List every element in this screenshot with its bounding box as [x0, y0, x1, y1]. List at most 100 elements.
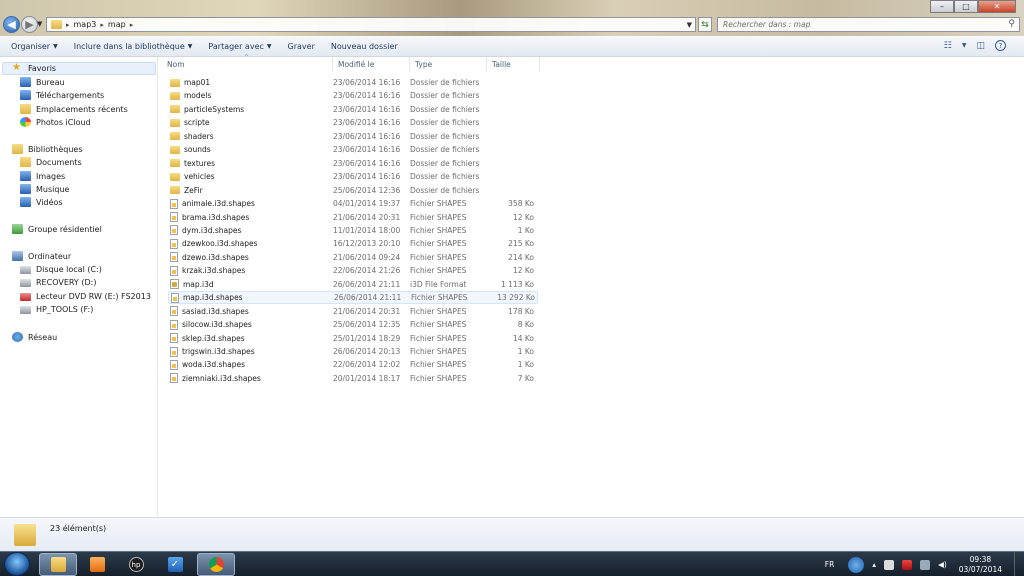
file-row[interactable]: textures 23/06/2014 16:16 Dossier de fichi… [168, 157, 538, 170]
nav-desktop[interactable]: Bureau [20, 77, 65, 87]
file-row[interactable]: vehicles 23/06/2014 16:16 Dossier de fichi… [168, 170, 538, 183]
recent-pages-dropdown[interactable]: ▼ [37, 20, 42, 28]
back-button[interactable]: ◀ [3, 16, 20, 33]
taskbar-hp[interactable]: hp [117, 553, 155, 576]
minimize-button[interactable]: – [930, 0, 954, 13]
action-center-icon[interactable] [884, 559, 895, 570]
maximize-button[interactable]: □ [954, 0, 978, 13]
help-icon[interactable]: ? [995, 40, 1006, 51]
chevron-right-icon[interactable]: ▸ [100, 21, 104, 29]
view-dropdown-icon[interactable]: ▼ [962, 42, 967, 49]
nav-drive-c[interactable]: Disque local (C:) [20, 265, 102, 274]
address-bar[interactable]: ▸ map3 ▸ map ▸ ▼ [46, 17, 696, 32]
file-row[interactable]: models 23/06/2014 16:16 Dossier de fichier… [168, 89, 538, 102]
nav-computer[interactable]: Ordinateur [12, 251, 71, 261]
file-name-cell: dzewkoo.i3d.shapes [168, 238, 333, 249]
file-row[interactable]: map01 23/06/2014 16:16 Dossier de fichiers [168, 76, 538, 89]
tray-arrow-icon[interactable]: ▴ [872, 560, 876, 570]
file-row[interactable]: scripte 23/06/2014 16:16 Dossier de fichie… [168, 116, 538, 129]
file-modified-date: 23/06/2014 16:16 [333, 131, 401, 141]
view-options-icon[interactable]: ☷ [944, 41, 952, 51]
search-icon[interactable]: ⚲ [1008, 19, 1015, 29]
nav-documents[interactable]: Documents [20, 157, 82, 167]
file-row[interactable]: krzak.i3d.shapes 22/06/2014 21:26 Fichier … [168, 264, 538, 277]
nav-downloads[interactable]: Téléchargements [20, 90, 104, 100]
nav-drive-e[interactable]: Lecteur DVD RW (E:) FS2013 [20, 292, 151, 301]
start-button[interactable] [4, 552, 30, 576]
chevron-right-icon[interactable]: ▸ [66, 21, 70, 29]
taskbar-tasks[interactable]: ✓ [156, 553, 194, 576]
burn-button[interactable]: Graver [288, 42, 315, 51]
explorer-icon [50, 557, 66, 572]
file-row[interactable]: animale.i3d.shapes 04/01/2014 19:37 Fichie… [168, 197, 538, 210]
include-library-button[interactable]: Inclure dans la bibliothèque ▼ [74, 42, 193, 51]
chevron-down-icon: ▼ [266, 42, 272, 50]
file-row[interactable]: sklep.i3d.shapes 25/01/2014 18:29 Fichier … [168, 332, 538, 345]
file-icon [170, 319, 178, 330]
clock[interactable]: 09:38 03/07/2014 [959, 555, 1002, 575]
new-folder-button[interactable]: Nouveau dossier [331, 42, 398, 51]
column-header-size[interactable]: Taille [487, 57, 540, 71]
file-row[interactable]: ziemniaki.i3d.shapes 20/01/2014 18:17 Fich… [168, 372, 538, 385]
nav-network[interactable]: Réseau [12, 332, 57, 342]
breadcrumb-map[interactable]: map [108, 20, 126, 29]
column-header-type[interactable]: Type [410, 57, 487, 71]
file-row[interactable]: ZeFir 25/06/2014 12:36 Dossier de fichiers [168, 184, 538, 197]
language-indicator[interactable]: FR [825, 560, 835, 569]
file-row[interactable]: woda.i3d.shapes 22/06/2014 12:02 Fichier S… [168, 358, 538, 371]
nav-recent-places[interactable]: Emplacements récents [20, 104, 128, 114]
taskbar-media-player[interactable] [78, 553, 116, 576]
file-row[interactable]: brama.i3d.shapes 21/06/2014 20:31 Fichier … [168, 211, 538, 224]
taskbar-chrome[interactable] [197, 553, 235, 576]
forward-button[interactable]: ▶ [21, 16, 38, 33]
file-row[interactable]: trigswin.i3d.shapes 26/06/2014 20:13 Fichi… [168, 345, 538, 358]
share-button[interactable]: Partager avec ▼ [208, 42, 271, 51]
file-name: ZeFir [184, 185, 203, 195]
file-row[interactable]: map.i3d 26/06/2014 21:11 i3D File Format 1 … [168, 278, 538, 291]
file-name: dzewkoo.i3d.shapes [182, 239, 258, 249]
file-name: woda.i3d.shapes [182, 360, 246, 370]
command-bar: Organiser ▼ Inclure dans la bibliothèque ▼… [0, 36, 1024, 57]
file-row[interactable]: dzewkoo.i3d.shapes 16/12/2013 20:10 Fichie… [168, 237, 538, 250]
network-tray-icon[interactable] [920, 559, 931, 570]
nav-drive-f[interactable]: HP_TOOLS (F:) [20, 305, 93, 314]
show-desktop-button[interactable] [1014, 552, 1024, 576]
close-button[interactable]: ✕ [978, 0, 1016, 13]
file-name-cell: silocow.i3d.shapes [168, 319, 333, 330]
organize-button[interactable]: Organiser ▼ [11, 42, 58, 51]
volume-icon[interactable]: ◀) [938, 560, 947, 570]
refresh-button[interactable]: ⇆ [698, 17, 712, 32]
taskbar-explorer[interactable] [39, 553, 77, 576]
power-icon[interactable] [902, 559, 913, 570]
preview-pane-icon[interactable]: ◫ [976, 41, 985, 51]
nav-images[interactable]: Images [20, 171, 65, 181]
file-row[interactable]: dym.i3d.shapes 11/01/2014 18:00 Fichier SH… [168, 224, 538, 237]
nav-homegroup[interactable]: Groupe résidentiel [12, 224, 102, 234]
search-input[interactable]: Rechercher dans : map ⚲ [717, 17, 1020, 32]
address-dropdown-icon[interactable]: ▼ [687, 21, 692, 29]
file-row[interactable]: dzewo.i3d.shapes 21/06/2014 09:24 Fichier … [168, 251, 538, 264]
help-tray-icon[interactable] [848, 556, 865, 573]
file-row[interactable]: shaders 23/06/2014 16:16 Dossier de fichie… [168, 130, 538, 143]
file-size: 1 Ko [517, 225, 534, 235]
nav-videos[interactable]: Vidéos [20, 197, 63, 207]
folder-icon [170, 159, 180, 168]
file-row[interactable]: sasiad.i3d.shapes 21/06/2014 20:31 Fichier… [168, 305, 538, 318]
sort-ascending-icon: ^ [244, 54, 250, 61]
nav-libraries[interactable]: Bibliothèques [12, 144, 83, 154]
file-row[interactable]: silocow.i3d.shapes 25/06/2014 12:35 Fichie… [168, 318, 538, 331]
nav-icloud-photos[interactable]: Photos iCloud [20, 117, 91, 127]
column-header-modified[interactable]: Modifié le [333, 57, 410, 71]
nav-favorites[interactable]: ★ Favoris [12, 63, 56, 74]
breadcrumb-map3[interactable]: map3 [74, 20, 97, 29]
file-name-cell: trigswin.i3d.shapes [168, 346, 333, 357]
nav-music[interactable]: Musique [20, 184, 69, 194]
file-row[interactable]: map.i3d.shapes 26/06/2014 21:11 Fichier SH… [168, 291, 538, 305]
chevron-right-icon[interactable]: ▸ [130, 21, 134, 29]
file-row[interactable]: particleSystems 23/06/2014 16:16 Dossier d… [168, 103, 538, 116]
documents-icon [20, 157, 31, 167]
file-row[interactable]: sounds 23/06/2014 16:16 Dossier de fichier… [168, 143, 538, 156]
file-type: Fichier SHAPES [410, 212, 467, 222]
desktop-icon [20, 77, 31, 87]
nav-drive-d[interactable]: RECOVERY (D:) [20, 278, 96, 287]
